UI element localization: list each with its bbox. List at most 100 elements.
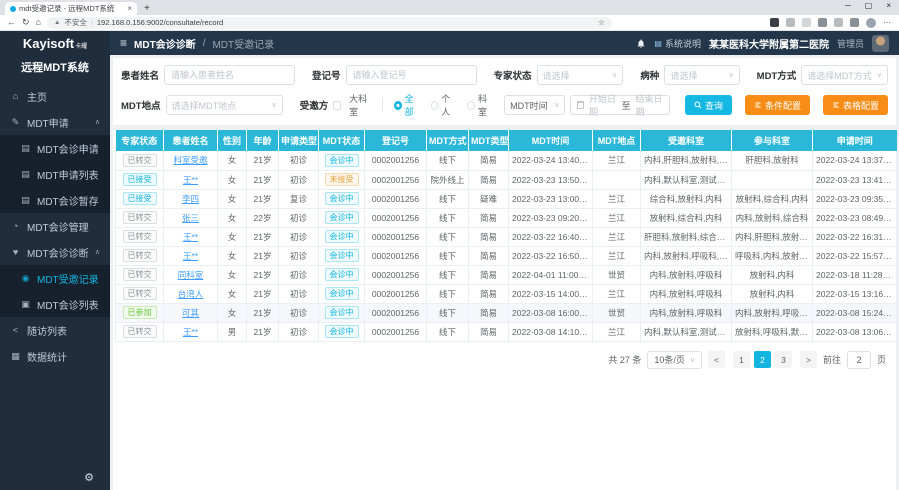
address-bar[interactable]: ▲ 不安全 | 192.168.0.156:9002/consultate/re… [47, 17, 612, 29]
patient-name-link[interactable]: 台湾人 [178, 289, 204, 299]
patient-name-input[interactable] [164, 65, 295, 85]
patient-name-link[interactable]: 科室受邀 [173, 155, 207, 165]
reg-no-input[interactable] [346, 65, 477, 85]
new-tab-button[interactable]: + [144, 2, 150, 15]
back-button[interactable]: ← [7, 18, 16, 27]
browser-extension-icon[interactable] [770, 18, 779, 27]
patient-name-link[interactable]: 王** [183, 232, 198, 242]
window-maximize-button[interactable]: ▢ [865, 1, 873, 10]
big-dept-checkbox[interactable] [333, 101, 341, 110]
radio-dept[interactable]: 科室 [467, 92, 492, 118]
page-size-select[interactable]: 10条/页∨ [647, 351, 702, 369]
cell-join_depts: 内科,肝胆科,放射科,综合科 [732, 227, 813, 246]
browser-menu-icon[interactable]: ⋯ [883, 18, 892, 27]
browser-profile-avatar[interactable] [866, 18, 876, 28]
expert-status-select[interactable]: 请选择∨ [537, 65, 624, 85]
page-button-2[interactable]: 2 [754, 351, 771, 368]
radio-all[interactable]: 全部 [394, 92, 419, 118]
patient-name-link[interactable]: 张三 [182, 213, 199, 223]
prev-page-button[interactable]: < [708, 351, 725, 368]
time-field-select[interactable]: MDT时间∨ [504, 95, 565, 115]
cell-age: 21岁 [247, 227, 279, 246]
radio-personal[interactable]: 个人 [431, 92, 456, 118]
edit-icon: ✎ [10, 117, 21, 128]
cell-mdt_status: 会诊中 [319, 265, 365, 284]
cell-gender: 女 [218, 151, 247, 170]
collections-icon[interactable] [834, 18, 843, 27]
sidebar-item-home[interactable]: ⌂主页 [0, 83, 110, 109]
cell-mdt_status: 会诊中 [319, 189, 365, 208]
sidebar-item-mdt-apply-list[interactable]: ▤MDT申请列表 [0, 161, 110, 187]
expert-status-badge: 已转交 [123, 154, 157, 167]
window-close-button[interactable]: × [886, 1, 891, 10]
window-minimize-button[interactable]: ─ [845, 1, 851, 10]
goto-page-input[interactable] [847, 351, 871, 369]
cell-mdt_type: 简易 [469, 227, 509, 246]
date-end-placeholder: 结束日期 [635, 92, 662, 118]
sidebar-item-mdt-consult-list[interactable]: ▣MDT会诊列表 [0, 291, 110, 317]
breadcrumb-section[interactable]: MDT会诊诊断 [134, 36, 196, 51]
cell-reg_no: 0002001256 [365, 189, 427, 208]
notification-bell-icon[interactable] [636, 38, 646, 49]
favorites-star-icon[interactable]: ☆ [598, 18, 605, 27]
browser-extension-icon[interactable] [786, 18, 795, 27]
sidebar-item-mdt-invite-record[interactable]: ◉MDT受邀记录 [0, 265, 110, 291]
browser-tab[interactable]: mdt受邀记录 - 远程MDT系统 × [5, 2, 137, 15]
breadcrumb-separator: / [203, 38, 206, 49]
mdt-place-select[interactable]: 请选择MDT地点∨ [166, 95, 283, 115]
shield-icon: ▣ [20, 299, 31, 310]
table-config-button[interactable]: 表格配置 [823, 95, 888, 115]
date-range-picker[interactable]: 开始日期 至 结束日期 [570, 95, 670, 115]
page-button-1[interactable]: 1 [733, 351, 750, 368]
table-row: 已转交王**男21岁初诊会诊中0002001256线下简易2022-03-08 … [116, 322, 897, 341]
patient-name-link[interactable]: 李四 [182, 194, 199, 204]
sidebar-item-mdt-consult-manage[interactable]: ◔MDT会诊管理 [0, 213, 110, 239]
search-icon [694, 101, 702, 109]
user-role: 管理员 [837, 37, 864, 50]
browser-extension-icon[interactable] [802, 18, 811, 27]
cell-name: 李四 [164, 189, 218, 208]
chevron-down-icon: ∨ [690, 356, 695, 364]
sidebar-item-mdt-consult-diagnosis[interactable]: ♥MDT会诊诊断∧ [0, 239, 110, 265]
settings-gear-icon[interactable]: ⚙ [84, 473, 94, 484]
cell-mdt_status: 会诊中 [319, 227, 365, 246]
patient-name-link[interactable]: 王** [183, 251, 198, 261]
patient-name-link[interactable]: 王** [183, 175, 198, 185]
column-header-mdt_time: MDT时间 [509, 130, 593, 151]
sidebar-item-mdt-consult-draft[interactable]: ▤MDT会诊暂存 [0, 187, 110, 213]
cell-gender: 女 [218, 189, 247, 208]
table-row: 已参加可其女21岁初诊会诊中0002001256线下简易2022-03-08 1… [116, 303, 897, 322]
refresh-button[interactable]: ↻ [22, 18, 30, 27]
system-help-link[interactable]: ▤ 系统说明 [654, 37, 701, 50]
sidebar-item-label: MDT会诊管理 [27, 219, 89, 234]
next-page-button[interactable]: > [800, 351, 817, 368]
sidebar-item-mdt-consult-apply[interactable]: ▤MDT会诊申请 [0, 135, 110, 161]
disease-select[interactable]: 请选择∨ [664, 65, 739, 85]
sidebar-item-data-statistics[interactable]: ▦数据统计 [0, 343, 110, 369]
mdt-mode-select[interactable]: 请选择MDT方式∨ [801, 65, 888, 85]
home-button[interactable]: ⌂ [36, 18, 41, 27]
tab-close-icon[interactable]: × [127, 5, 132, 13]
patient-name-link[interactable]: 王** [183, 327, 198, 337]
cell-expert_status: 已转交 [116, 265, 164, 284]
split-screen-icon[interactable] [818, 18, 827, 27]
app: Kayisoft 卡耀 远程MDT系统 ⌂主页✎MDT申请∧▤MDT会诊申请▤M… [0, 31, 899, 490]
cell-name: 王** [164, 227, 218, 246]
page-button-3[interactable]: 3 [775, 351, 792, 368]
cell-mdt_status: 会诊中 [319, 303, 365, 322]
sidebar-item-mdt-apply[interactable]: ✎MDT申请∧ [0, 109, 110, 135]
browser-extension-icon[interactable] [850, 18, 859, 27]
user-avatar[interactable] [872, 35, 889, 52]
collapse-sidebar-icon[interactable]: ≡ [120, 37, 127, 49]
mdt-status-badge: 会诊中 [325, 249, 359, 262]
cell-mdt_place: 世贸 [593, 265, 641, 284]
condition-config-button[interactable]: 条件配置 [745, 95, 810, 115]
calendar-icon [577, 101, 584, 109]
search-button[interactable]: 查询 [685, 95, 732, 115]
big-dept-checkbox-label[interactable]: 大科室 [349, 92, 371, 118]
patient-name-link[interactable]: 同科室 [178, 270, 204, 280]
cell-invited_depts: 内科,肝胆科,放射科,综合科 [641, 151, 732, 170]
patient-name-link[interactable]: 可其 [182, 308, 199, 318]
sidebar-item-follow-up-list[interactable]: <随访列表 [0, 317, 110, 343]
cell-mdt_type: 简易 [469, 170, 509, 189]
